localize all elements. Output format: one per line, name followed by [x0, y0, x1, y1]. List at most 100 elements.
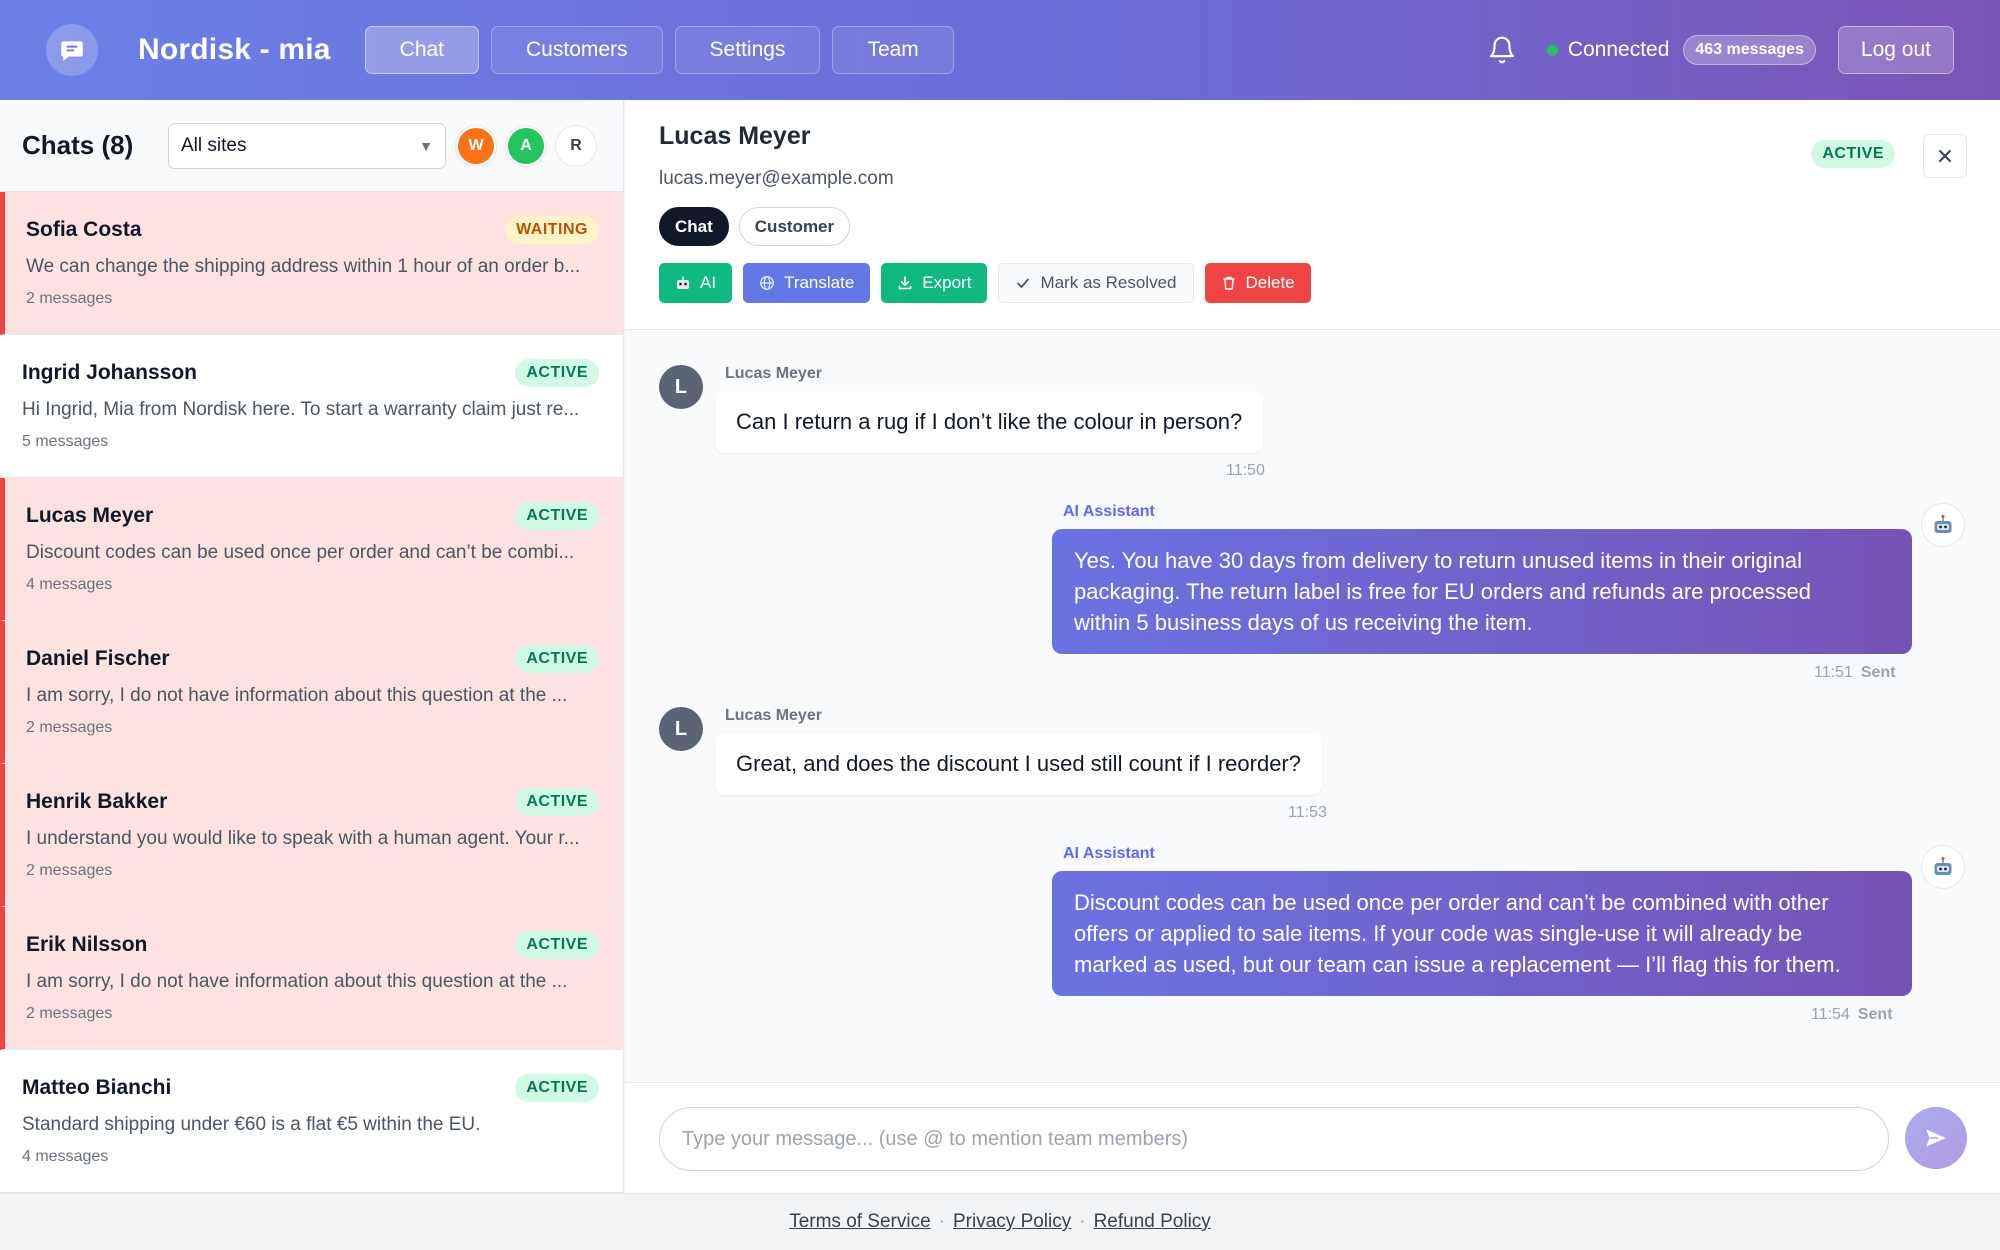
- customer-name: Lucas Meyer: [659, 122, 811, 150]
- ai-button[interactable]: AI: [659, 263, 733, 303]
- top-bar: Nordisk - mia Chat Customers Settings Te…: [0, 0, 2000, 100]
- trash-icon: [1221, 275, 1237, 291]
- ai-message-line: Yes. You have 30 days from delivery to r…: [1074, 548, 1803, 573]
- chat-list-header: Chats (8) All sites ▼ W A R: [0, 100, 623, 192]
- customer-avatar: L: [659, 707, 703, 751]
- chat-preview: I understand you would like to speak wit…: [26, 828, 580, 849]
- chat-message-count: 2 messages: [26, 290, 113, 307]
- customer-email: lucas.meyer@example.com: [659, 168, 894, 189]
- message-thread: L Lucas Meyer Can I return a rug if I do…: [625, 330, 2000, 1082]
- customer-message-bubble: Great, and does the discount I used stil…: [715, 733, 1322, 795]
- chat-list-item[interactable]: Matteo Bianchi ACTIVE Standard shipping un…: [0, 1050, 623, 1193]
- site-filter-value: All sites: [181, 134, 247, 156]
- tab-chat[interactable]: Chat: [659, 207, 729, 246]
- robot-icon: [675, 275, 691, 291]
- nav-team[interactable]: Team: [832, 26, 954, 74]
- chat-customer-name: Matteo Bianchi: [22, 1076, 172, 1099]
- conversation-status-badge: ACTIVE: [1811, 140, 1895, 168]
- refund-link[interactable]: Refund Policy: [1094, 1211, 1211, 1233]
- message-sender: Lucas Meyer: [725, 365, 822, 382]
- chat-customer-name: Sofia Costa: [26, 218, 142, 241]
- chat-message-count: 2 messages: [26, 719, 113, 736]
- agent-avatar[interactable]: A: [506, 125, 546, 166]
- export-button[interactable]: Export: [881, 263, 988, 303]
- site-filter-select[interactable]: All sites ▼: [168, 122, 446, 169]
- footer: Terms of Service · Privacy Policy · Refu…: [0, 1193, 2000, 1250]
- ai-message-line: packaging. The return label is free for …: [1074, 579, 1811, 604]
- chat-status-badge: ACTIVE: [515, 359, 599, 387]
- message-count-badge: 463 messages: [1683, 35, 1816, 65]
- export-button-label: Export: [922, 273, 972, 292]
- agent-avatar[interactable]: R: [556, 125, 596, 166]
- mark-resolved-label: Mark as Resolved: [1040, 273, 1177, 292]
- logout-button[interactable]: Log out: [1837, 26, 1954, 74]
- globe-icon: [759, 275, 775, 291]
- footer-separator: ·: [938, 1211, 945, 1232]
- chat-list-item[interactable]: Henrik Bakker ACTIVE I understand you woul…: [0, 764, 623, 907]
- message-time: 11:50: [1226, 462, 1265, 479]
- message-time: 11:53: [1288, 804, 1327, 821]
- customer-message-bubble: Can I return a rug if I don’t like the c…: [715, 391, 1264, 453]
- conversation-header: Lucas Meyer lucas.meyer@example.com Chat…: [625, 100, 2000, 330]
- ai-message-bubble: Yes. You have 30 days from delivery to r…: [1052, 529, 1912, 654]
- message-sender: Lucas Meyer: [725, 707, 822, 724]
- chat-message-count: 2 messages: [26, 1005, 113, 1022]
- close-icon: [1939, 150, 1951, 162]
- brand-name: Nordisk - mia: [138, 33, 331, 66]
- chat-list-item[interactable]: Sofia Costa WAITING We can change the ship…: [0, 192, 623, 335]
- chat-customer-name: Henrik Bakker: [26, 790, 168, 813]
- translate-button-label: Translate: [784, 273, 855, 292]
- chat-list-item[interactable]: Ingrid Johansson ACTIVE Hi Ingrid, Mia fro…: [0, 335, 623, 478]
- chat-message-count: 2 messages: [26, 862, 113, 879]
- nav-settings[interactable]: Settings: [674, 26, 821, 74]
- robot-icon: [1921, 845, 1965, 889]
- chat-customer-name: Daniel Fischer: [26, 647, 170, 670]
- chevron-down-icon: ▼: [419, 137, 433, 154]
- mark-resolved-button[interactable]: Mark as Resolved: [998, 263, 1194, 303]
- chat-message-count: 4 messages: [22, 1148, 109, 1165]
- terms-link[interactable]: Terms of Service: [789, 1211, 930, 1233]
- chat-list-item[interactable]: Lucas Meyer ACTIVE Discount codes can be u…: [0, 478, 623, 621]
- message-meta: 11:51 Sent: [1814, 664, 1896, 682]
- chat-customer-name: Ingrid Johansson: [22, 361, 198, 384]
- ai-message-line: Discount codes can be used once per orde…: [1074, 890, 1829, 915]
- close-conversation-button[interactable]: [1923, 134, 1967, 178]
- chat-customer-name: Erik Nilsson: [26, 933, 148, 956]
- chat-preview: We can change the shipping address withi…: [26, 256, 581, 277]
- translate-button[interactable]: Translate: [743, 263, 871, 303]
- send-button[interactable]: [1905, 1107, 1967, 1169]
- chat-status-badge: ACTIVE: [515, 931, 599, 959]
- nav-chat[interactable]: Chat: [364, 26, 480, 74]
- chat-preview: I am sorry, I do not have information ab…: [26, 685, 568, 706]
- privacy-link[interactable]: Privacy Policy: [953, 1211, 1071, 1233]
- chat-message-count: 4 messages: [26, 576, 113, 593]
- chat-status-badge: ACTIVE: [515, 502, 599, 530]
- chat-list-item[interactable]: Daniel Fischer ACTIVE I am sorry, I do not…: [0, 621, 623, 764]
- message-meta: 11:54 Sent: [1811, 1006, 1893, 1024]
- delivery-status: Sent: [1860, 664, 1896, 681]
- robot-icon: [1921, 503, 1965, 547]
- message-time: 11:54: [1811, 1006, 1850, 1023]
- chat-logo-icon: [46, 24, 98, 76]
- bell-icon[interactable]: [1487, 34, 1517, 66]
- nav-customers[interactable]: Customers: [491, 26, 663, 74]
- ai-message-sender: AI Assistant: [1063, 503, 1155, 520]
- ai-message-sender: AI Assistant: [1063, 845, 1155, 862]
- chat-preview: Standard shipping under €60 is a flat €5…: [22, 1114, 481, 1135]
- tab-customer[interactable]: Customer: [738, 207, 851, 246]
- delete-button-label: Delete: [1245, 273, 1295, 292]
- connection-status-dot: [1546, 44, 1558, 56]
- delete-button[interactable]: Delete: [1204, 263, 1311, 303]
- chat-list-sidebar: Chats (8) All sites ▼ W A R Sofia Costa W…: [0, 100, 624, 1193]
- message-input[interactable]: [659, 1107, 1889, 1171]
- agent-avatar[interactable]: W: [456, 125, 496, 166]
- conversation-panel: Lucas Meyer lucas.meyer@example.com Chat…: [625, 100, 2000, 1193]
- connection-status: Connected: [1567, 38, 1670, 61]
- ai-button-label: AI: [700, 273, 717, 292]
- ai-message-line: offers or applied to sale items. If your…: [1074, 921, 1803, 946]
- message-composer: [625, 1082, 2000, 1193]
- chat-list-title: Chats (8): [22, 130, 134, 160]
- chat-status-badge: WAITING: [505, 216, 599, 244]
- ai-message-line: marked as used, but our team can issue a…: [1074, 952, 1841, 977]
- chat-list-item[interactable]: Erik Nilsson ACTIVE I am sorry, I do not h…: [0, 907, 623, 1050]
